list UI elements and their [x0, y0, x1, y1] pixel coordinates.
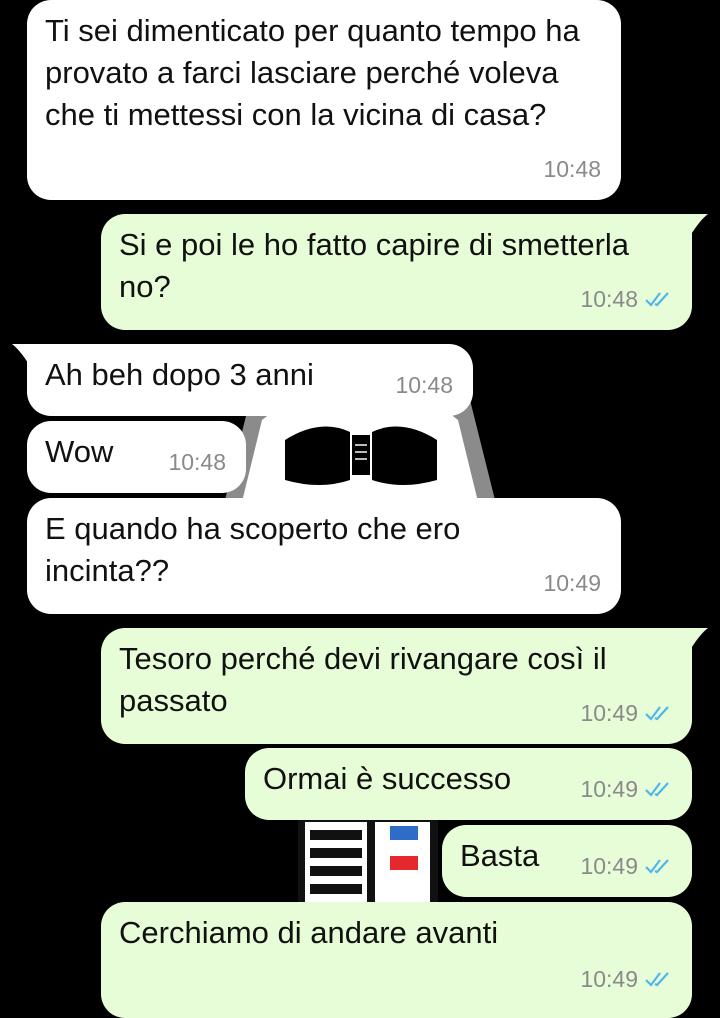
message-bubble-incoming[interactable]: Wow 10:48 [27, 421, 246, 493]
double-check-icon [645, 782, 669, 797]
bubble-tail [12, 344, 40, 366]
message-text: E quando ha scoperto che ero incinta?? [45, 511, 469, 588]
message-meta: 10:49 [543, 562, 601, 604]
double-check-icon [645, 859, 669, 874]
message-meta: 10:49 [580, 768, 672, 810]
message-time: 10:49 [580, 853, 638, 879]
message-meta: 10:49 [580, 845, 672, 887]
message-time: 10:48 [395, 372, 453, 398]
message-bubble-incoming[interactable]: Ti sei dimenticato per quanto tempo ha p… [27, 0, 621, 200]
message-bubble-outgoing[interactable]: Cerchiamo di andare avanti 10:49 [101, 902, 692, 1018]
double-check-icon [645, 972, 669, 987]
message-bubble-incoming[interactable]: Ah beh dopo 3 anni 10:48 [27, 344, 473, 416]
message-time: 10:48 [168, 449, 226, 475]
message-text: Ti sei dimenticato per quanto tempo ha p… [45, 13, 589, 132]
message-meta: 10:49 [580, 958, 672, 1000]
message-text: Cerchiamo di andare avanti [119, 915, 499, 950]
double-check-icon [645, 292, 669, 307]
bubble-tail [680, 214, 708, 236]
message-time: 10:49 [580, 700, 638, 726]
message-meta: 10:48 [395, 364, 453, 406]
message-time: 10:48 [543, 156, 601, 182]
message-meta: 10:48 [543, 148, 601, 190]
message-time: 10:49 [543, 570, 601, 596]
bubble-tail [680, 628, 708, 650]
double-check-icon [645, 706, 669, 721]
message-time: 10:49 [580, 776, 638, 802]
message-meta: 10:48 [580, 278, 672, 320]
message-bubble-outgoing[interactable]: Ormai è successo 10:49 [245, 748, 692, 820]
message-bubble-outgoing[interactable]: Si e poi le ho fatto capire di smetterla… [101, 214, 692, 330]
message-text: Ah beh dopo 3 anni [45, 357, 314, 392]
message-bubble-outgoing[interactable]: Basta 10:49 [442, 825, 692, 897]
message-meta: 10:49 [580, 692, 672, 734]
message-bubble-outgoing[interactable]: Tesoro perché devi rivangare così il pas… [101, 628, 692, 744]
message-time: 10:48 [580, 286, 638, 312]
message-time: 10:49 [580, 966, 638, 992]
message-meta: 10:48 [168, 441, 226, 483]
message-bubble-incoming[interactable]: E quando ha scoperto che ero incinta?? 1… [27, 498, 621, 614]
